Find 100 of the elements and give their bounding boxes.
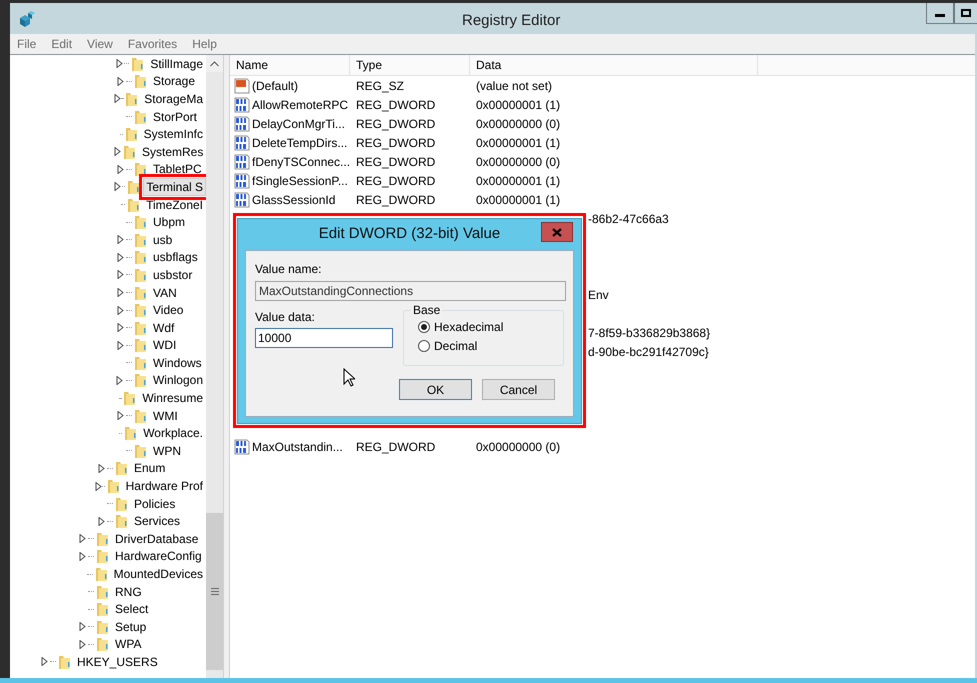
tree-item[interactable]: Workplace. <box>140 424 206 442</box>
tree-item[interactable]: Enum <box>131 459 168 478</box>
expand-arrow-icon[interactable] <box>116 411 124 420</box>
scroll-up-icon[interactable] <box>210 60 219 66</box>
dialog-button[interactable]: OK <box>399 379 472 400</box>
tree-item[interactable]: Winresume <box>139 389 206 408</box>
table-cell-text: REG_DWORD <box>355 134 436 152</box>
tree-item[interactable]: MountedDevices <box>110 565 206 584</box>
menu-item[interactable]: Help <box>192 35 217 53</box>
value-name[interactable]: fDenyTSConnec... <box>252 152 350 170</box>
expand-arrow-icon[interactable] <box>116 252 124 262</box>
tree-item[interactable]: RNG <box>112 582 145 601</box>
value-data-field[interactable]: 10000 <box>255 328 393 348</box>
folder-icon <box>133 337 149 354</box>
expand-arrow-icon[interactable] <box>98 464 104 473</box>
value-name[interactable]: fSingleSessionP... <box>252 172 348 190</box>
value-name[interactable]: AllowRemoteRPC <box>252 96 348 114</box>
expand-arrow-icon[interactable] <box>116 288 124 298</box>
radio-icon[interactable] <box>418 340 430 352</box>
value-name-field[interactable]: MaxOutstandingConnections <box>255 281 566 301</box>
table-cell-text: REG_DWORD <box>355 172 436 190</box>
column-header[interactable]: Data <box>470 55 758 75</box>
tree-item[interactable]: WPA <box>112 635 144 654</box>
tree-item[interactable]: Winlogon <box>150 371 206 390</box>
tree-item[interactable]: TabletPC <box>150 160 205 178</box>
folder-icon <box>133 214 149 230</box>
tree-item[interactable]: Video <box>150 301 186 320</box>
tree-item[interactable]: WDI <box>150 336 180 354</box>
tree-item[interactable]: StorageMa <box>141 90 206 108</box>
expand-arrow-icon[interactable] <box>116 235 124 244</box>
expand-arrow-icon[interactable] <box>114 147 121 156</box>
table-cell-text: d-90be-bc291f42709c} <box>588 344 709 360</box>
tree-scrollbar[interactable] <box>206 55 223 678</box>
table-cell-text: (value not set) <box>475 78 552 94</box>
tree-item[interactable]: SystemInfc <box>140 125 206 144</box>
tree-item[interactable]: Storage <box>150 72 198 90</box>
tree-item[interactable]: Setup <box>112 618 150 636</box>
value-name[interactable]: DelayConMgrTi... <box>252 114 345 132</box>
expand-arrow-icon[interactable] <box>116 376 124 385</box>
tree-item[interactable]: WMI <box>150 406 181 425</box>
radio-option[interactable]: Hexadecimal <box>418 320 563 334</box>
expand-arrow-icon[interactable] <box>116 323 124 332</box>
dialog-button[interactable]: Cancel <box>482 379 555 400</box>
table-cell-text: REG_DWORD <box>355 438 436 456</box>
tree-item[interactable]: usbstor <box>150 266 196 284</box>
menu-item[interactable]: File <box>17 35 36 53</box>
binary-value-icon <box>234 192 250 208</box>
tree-item[interactable]: Select <box>112 600 152 618</box>
tree-item[interactable]: HKEY_USERS <box>74 652 161 671</box>
expand-arrow-icon[interactable] <box>78 552 86 561</box>
value-name[interactable]: MaxOutstandin... <box>252 438 343 456</box>
column-header[interactable]: Name <box>230 55 350 75</box>
maximize-button[interactable] <box>954 3 977 24</box>
radio-option[interactable]: Decimal <box>418 339 563 353</box>
expand-arrow-icon[interactable] <box>116 59 123 68</box>
column-header[interactable]: Type <box>350 55 470 75</box>
value-name[interactable]: DeleteTempDirs... <box>252 134 348 152</box>
binary-value-icon <box>234 116 250 132</box>
folder-icon <box>94 566 110 582</box>
expand-arrow-icon[interactable] <box>40 657 48 666</box>
tree-item[interactable]: DriverDatabase <box>112 530 202 548</box>
tree-item[interactable]: Hardware Prof <box>122 477 206 496</box>
radio-icon[interactable] <box>418 321 430 333</box>
expand-arrow-icon[interactable] <box>114 94 121 104</box>
tree-item[interactable]: usbflags <box>150 248 201 266</box>
close-button[interactable] <box>541 222 573 242</box>
expand-arrow-icon[interactable] <box>95 482 102 491</box>
tree-item[interactable]: Policies <box>131 494 178 513</box>
table-cell-text: REG_DWORD <box>355 192 436 208</box>
expand-arrow-icon[interactable] <box>116 270 124 280</box>
scroll-thumb[interactable] <box>206 513 223 670</box>
expand-arrow-icon[interactable] <box>78 640 86 649</box>
menu-item[interactable]: Favorites <box>128 35 178 53</box>
tree-item[interactable]: Services <box>131 512 184 530</box>
tree-item[interactable]: WPN <box>150 442 184 460</box>
tree-item[interactable]: HardwareConfig <box>112 547 205 566</box>
expand-arrow-icon[interactable] <box>98 516 104 526</box>
value-name[interactable]: GlassSessionId <box>252 190 336 208</box>
minimize-button[interactable] <box>926 3 954 24</box>
folder-icon <box>57 654 73 670</box>
tree-item[interactable]: VAN <box>150 284 180 302</box>
menu-item[interactable]: Edit <box>51 35 72 53</box>
tree-item[interactable]: StillImage <box>147 55 206 73</box>
expand-arrow-icon[interactable] <box>78 534 86 544</box>
tree-item[interactable]: Windows <box>150 354 205 372</box>
expand-arrow-icon[interactable] <box>116 306 124 315</box>
tree-item[interactable]: SystemRes <box>139 142 206 161</box>
expand-arrow-icon[interactable] <box>116 340 124 350</box>
expand-arrow-icon[interactable] <box>78 622 86 632</box>
tree-item[interactable]: TimeZoneI <box>143 196 206 214</box>
expand-arrow-icon[interactable] <box>116 164 124 174</box>
menu-item[interactable]: View <box>87 35 113 53</box>
value-name[interactable]: (Default) <box>252 76 298 94</box>
tree-item[interactable]: Wdf <box>150 318 178 337</box>
tree-item[interactable]: Ubpm <box>150 213 188 232</box>
tree-item[interactable]: usb <box>150 230 176 249</box>
expand-arrow-icon[interactable] <box>114 182 122 192</box>
folder-icon <box>133 73 149 90</box>
expand-arrow-icon[interactable] <box>116 76 124 86</box>
tree-item[interactable]: StorPort <box>150 108 200 126</box>
